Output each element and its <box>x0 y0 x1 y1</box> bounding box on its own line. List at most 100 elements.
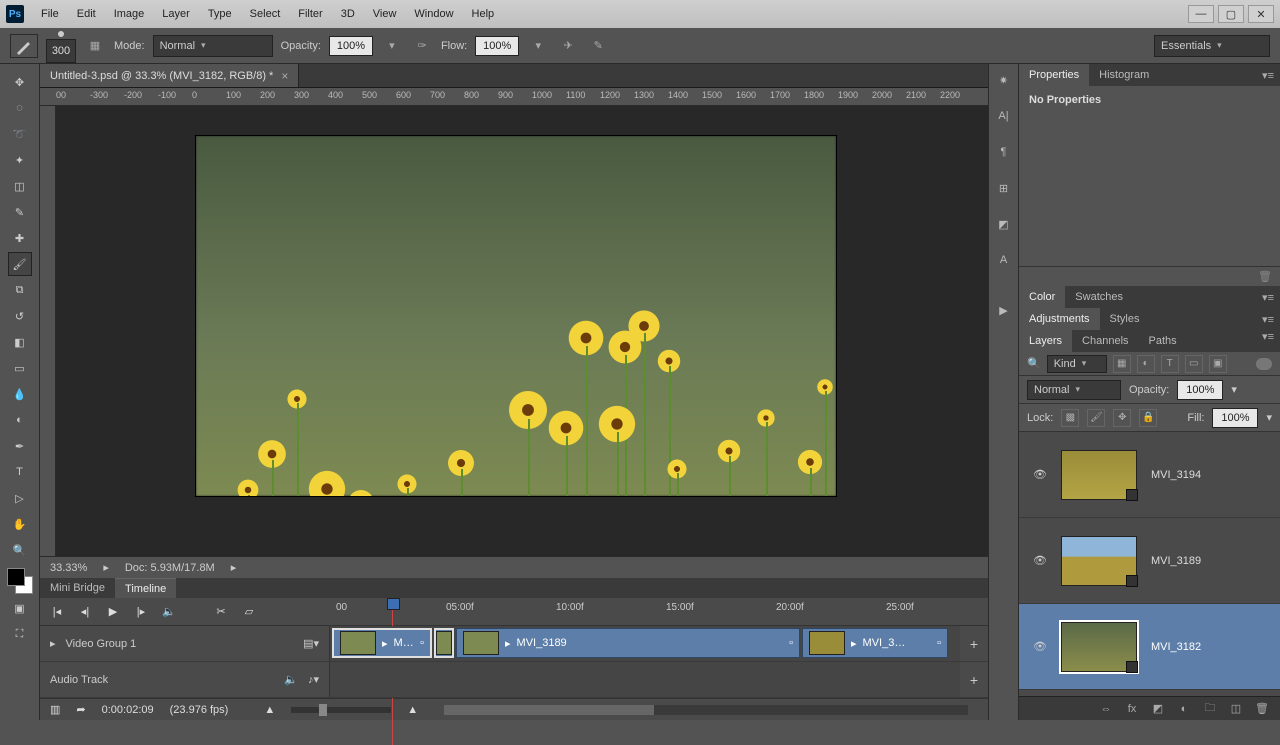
chevron-down-icon[interactable]: ▾ <box>1231 383 1237 396</box>
panel-menu-icon[interactable]: ▾≡ <box>1256 330 1280 352</box>
opacity-input[interactable]: 100% <box>329 36 373 56</box>
layer-name[interactable]: MVI_3189 <box>1151 555 1201 567</box>
tab-swatches[interactable]: Swatches <box>1065 286 1133 308</box>
clip-1[interactable]: ▸M…▫ <box>332 628 432 658</box>
layer-item[interactable]: 👁 MVI_3182 <box>1019 604 1280 690</box>
path-selection-tool[interactable]: ▷ <box>8 486 32 510</box>
audio-track-lane[interactable] <box>330 662 960 697</box>
timeline-ruler-wrap[interactable]: 0005:00f10:00f15:00f20:00f25:00f <box>330 598 988 625</box>
move-tool[interactable]: ✥ <box>8 70 32 94</box>
mute-button[interactable]: 🔈 <box>162 605 176 619</box>
audio-options-icon[interactable]: ♪▾ <box>308 673 319 686</box>
hand-tool[interactable]: ✋ <box>8 512 32 536</box>
expand-icon[interactable]: ▸ <box>50 637 56 650</box>
healing-brush-tool[interactable]: ✚ <box>8 226 32 250</box>
layer-list[interactable]: 👁 MVI_3194 👁 MVI_3189 👁 MVI_3182 <box>1019 432 1280 696</box>
flow-input[interactable]: 100% <box>475 36 519 56</box>
tab-color[interactable]: Color <box>1019 286 1065 308</box>
brush-tool[interactable]: 🖌 <box>8 252 32 276</box>
visibility-icon[interactable]: 👁 <box>1033 468 1047 482</box>
play-button[interactable]: ▶ <box>106 605 120 619</box>
panel-icon-5[interactable]: ◩ <box>994 214 1014 234</box>
quick-mask-icon[interactable]: ▣ <box>8 596 32 620</box>
filter-kind-dropdown[interactable]: Kind <box>1047 355 1107 373</box>
menu-type[interactable]: Type <box>199 8 241 20</box>
layer-name[interactable]: MVI_3194 <box>1151 469 1201 481</box>
lock-all-icon[interactable]: 🔒 <box>1139 409 1157 427</box>
document-tab[interactable]: Untitled-3.psd @ 33.3% (MVI_3182, RGB/8)… <box>40 64 299 87</box>
goto-first-frame-button[interactable]: |◂ <box>50 605 64 619</box>
close-icon[interactable]: × <box>281 69 288 83</box>
layer-opacity-input[interactable]: 100% <box>1177 380 1223 400</box>
eyedropper-tool[interactable]: ✎ <box>8 200 32 224</box>
zoom-readout[interactable]: 33.33% <box>50 562 87 574</box>
trash-icon[interactable]: 🗑 <box>1258 270 1272 283</box>
menu-edit[interactable]: Edit <box>68 8 105 20</box>
clip-2[interactable]: ▸MVI_3189▫ <box>456 628 800 658</box>
frame-animation-icon[interactable]: ▥ <box>50 703 60 716</box>
split-clip-button[interactable]: ✂ <box>214 605 228 619</box>
chevron-down-icon[interactable]: ▾ <box>1266 411 1272 424</box>
prev-frame-button[interactable]: ◂| <box>78 605 92 619</box>
character-panel-icon[interactable]: A| <box>994 106 1014 126</box>
eraser-tool[interactable]: ◧ <box>8 330 32 354</box>
add-media-button[interactable]: + <box>960 636 988 652</box>
lasso-tool[interactable]: ➰ <box>8 122 32 146</box>
panel-icon-4[interactable]: ⊞ <box>994 178 1014 198</box>
menu-image[interactable]: Image <box>105 8 154 20</box>
menu-help[interactable]: Help <box>463 8 504 20</box>
close-button[interactable]: ✕ <box>1248 5 1274 23</box>
lock-position-icon[interactable]: ✥ <box>1113 409 1131 427</box>
brush-size[interactable]: 300 <box>46 39 76 63</box>
clone-stamp-tool[interactable]: ⧉ <box>8 278 32 302</box>
visibility-icon[interactable]: 👁 <box>1033 640 1047 654</box>
marquee-tool[interactable]: ◌ <box>8 96 32 120</box>
lock-transparency-icon[interactable]: ▩ <box>1061 409 1079 427</box>
tab-mini-bridge[interactable]: Mini Bridge <box>40 578 115 598</box>
panel-menu-icon[interactable]: ▾≡ <box>1256 69 1280 82</box>
visibility-icon[interactable]: 👁 <box>1033 554 1047 568</box>
video-track-lane[interactable]: ▸M…▫ ▸MVI_3189▫ ▸MVI_3…▫ <box>330 626 960 661</box>
zoom-tool[interactable]: 🔍 <box>8 538 32 562</box>
timeline-scrollbar[interactable] <box>444 705 968 715</box>
minimize-button[interactable]: — <box>1188 5 1214 23</box>
pressure-size-icon[interactable]: ✎ <box>587 35 609 57</box>
pen-tool[interactable]: ✒ <box>8 434 32 458</box>
paragraph-panel-icon[interactable]: ¶ <box>994 142 1014 162</box>
filter-pixel-icon[interactable]: ▦ <box>1113 355 1131 373</box>
airbrush-icon[interactable]: ✈ <box>557 35 579 57</box>
menu-window[interactable]: Window <box>405 8 462 20</box>
transition-button[interactable]: ▱ <box>242 605 256 619</box>
blend-mode-dropdown[interactable]: Normal <box>1027 380 1121 400</box>
dodge-tool[interactable]: ◐ <box>8 408 32 432</box>
tab-properties[interactable]: Properties <box>1019 64 1089 86</box>
workspace-dropdown[interactable]: Essentials <box>1154 35 1270 57</box>
menu-3d[interactable]: 3D <box>332 8 364 20</box>
maximize-button[interactable]: ▢ <box>1218 5 1244 23</box>
link-layers-icon[interactable]: ⇔ <box>1098 701 1114 717</box>
filter-type-icon[interactable]: T <box>1161 355 1179 373</box>
layer-item[interactable]: 👁 MVI_3194 <box>1019 432 1280 518</box>
panel-icon-1[interactable]: ✷ <box>994 70 1014 90</box>
flow-dropdown-icon[interactable]: ▾ <box>527 35 549 57</box>
zoom-in-icon[interactable]: ▲ <box>407 704 418 716</box>
zoom-out-icon[interactable]: ▲ <box>264 704 275 716</box>
blend-mode-dropdown[interactable]: Normal <box>153 35 273 57</box>
adjustment-layer-icon[interactable]: ◐ <box>1176 701 1192 717</box>
delete-layer-icon[interactable]: 🗑 <box>1254 701 1270 717</box>
layer-name[interactable]: MVI_3182 <box>1151 641 1201 653</box>
tab-adjustments[interactable]: Adjustments <box>1019 308 1100 330</box>
tab-timeline[interactable]: Timeline <box>115 578 176 598</box>
tab-histogram[interactable]: Histogram <box>1089 64 1159 86</box>
doc-info-popup-icon[interactable]: ▸ <box>231 561 237 574</box>
menu-layer[interactable]: Layer <box>153 8 199 20</box>
filter-adjustment-icon[interactable]: ◐ <box>1137 355 1155 373</box>
filter-shape-icon[interactable]: ▭ <box>1185 355 1203 373</box>
menu-view[interactable]: View <box>364 8 406 20</box>
gradient-tool[interactable]: ▭ <box>8 356 32 380</box>
opacity-dropdown-icon[interactable]: ▾ <box>381 35 403 57</box>
filter-toggle[interactable] <box>1256 358 1272 370</box>
panel-menu-icon[interactable]: ▾≡ <box>1256 313 1280 326</box>
foreground-color[interactable] <box>7 568 25 586</box>
canvas[interactable] <box>56 106 988 556</box>
